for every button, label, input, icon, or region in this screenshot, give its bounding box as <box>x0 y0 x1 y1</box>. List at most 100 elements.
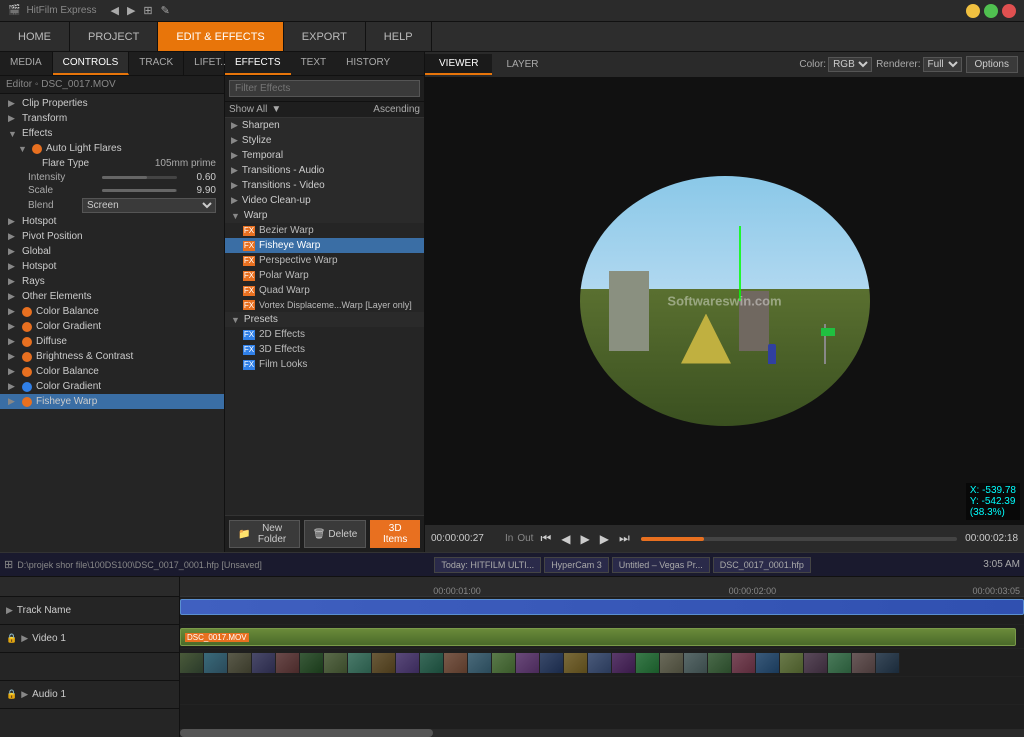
step-forward-button[interactable]: ▶ <box>597 530 612 548</box>
play-pause-button[interactable]: ▶ <box>578 530 593 548</box>
folder-icon: 📁 <box>238 529 250 540</box>
preset-film-looks[interactable]: FX Film Looks <box>225 357 424 372</box>
tree-item-global[interactable]: ▶ Global <box>0 244 224 259</box>
effects-group-sharpen[interactable]: ▶ Sharpen <box>225 118 424 133</box>
tree-item-fisheye-warp[interactable]: ▶ Fisheye Warp <box>0 394 224 409</box>
preset-2d-effects[interactable]: FX 2D Effects <box>225 327 424 342</box>
effects-group-stylize[interactable]: ▶ Stylize <box>225 133 424 148</box>
tree-item-auto-light-flares[interactable]: ▼ Auto Light Flares <box>0 141 224 156</box>
effect-polar-warp[interactable]: FX Polar Warp <box>225 268 424 283</box>
tab-text[interactable]: TEXT <box>291 52 337 75</box>
title-nav-fwd[interactable]: ▶ <box>127 4 135 17</box>
arrow-icon: ▶ <box>21 689 28 700</box>
tab-history[interactable]: HISTORY <box>336 52 400 75</box>
nav-home[interactable]: HOME <box>0 22 70 51</box>
blend-select[interactable]: Screen <box>82 198 216 213</box>
color-select[interactable]: RGB <box>828 57 872 72</box>
tab-effects[interactable]: EFFECTS <box>225 52 291 75</box>
clip-name-bar[interactable] <box>180 599 1024 615</box>
tree-item-color-gradient-2[interactable]: ▶ Color Gradient <box>0 379 224 394</box>
tree-item-transform[interactable]: ▶ Transform <box>0 111 224 126</box>
preset-3d-effects[interactable]: FX 3D Effects <box>225 342 424 357</box>
tree-item-other-elements[interactable]: ▶ Other Elements <box>0 289 224 304</box>
taskbar-hypercam[interactable]: HyperCam 3 <box>544 557 609 573</box>
viewer-options-button[interactable]: Options <box>966 56 1018 73</box>
title-nav-grid[interactable]: ⊞ <box>143 4 152 17</box>
tree-item-hotspot[interactable]: ▶ Hotspot <box>0 214 224 229</box>
taskbar-vegas[interactable]: Untitled – Vegas Pr... <box>612 557 710 573</box>
group-arrow-icon: ▶ <box>231 120 238 131</box>
effect-quad-warp[interactable]: FX Quad Warp <box>225 283 424 298</box>
frame-thumb <box>276 653 300 673</box>
render-select[interactable]: Full <box>923 57 962 72</box>
close-button[interactable] <box>1002 4 1016 18</box>
play-to-end-button[interactable]: ⏭ <box>616 529 633 548</box>
arrow-icon: ▼ <box>18 144 28 154</box>
minimize-button[interactable] <box>966 4 980 18</box>
main-area: MEDIA CONTROLS TRACK LIFET... Editor ◦ D… <box>0 52 1024 552</box>
delete-button[interactable]: 🗑 Delete <box>304 520 367 548</box>
audio1-header: 🔒 ▶ Audio 1 <box>0 681 179 709</box>
tree-item-color-balance-1[interactable]: ▶ Color Balance <box>0 304 224 319</box>
scale-track[interactable] <box>102 189 177 192</box>
arrow-icon: ▶ <box>8 261 18 272</box>
tree-item-color-gradient-1[interactable]: ▶ Color Gradient <box>0 319 224 334</box>
title-nav-edit[interactable]: ✎ <box>161 4 170 17</box>
tree-item-rays[interactable]: ▶ Rays <box>0 274 224 289</box>
effects-group-presets[interactable]: ▼ Presets FX 2D Effects FX 3D Effects FX… <box>225 312 424 372</box>
tree-label: Other Elements <box>22 291 216 302</box>
frame-thumb <box>660 653 684 673</box>
new-folder-button[interactable]: 📁 New Folder <box>229 520 300 548</box>
effect-vortex-warp[interactable]: FX Vortex Displaceme...Warp [Layer only] <box>225 298 424 312</box>
step-back-button[interactable]: ◀ <box>558 530 573 548</box>
left-panel-tabs: MEDIA CONTROLS TRACK LIFET... <box>0 52 224 76</box>
effects-group-temporal[interactable]: ▶ Temporal <box>225 148 424 163</box>
tab-track[interactable]: TRACK <box>129 52 184 75</box>
color-label: Color: <box>799 59 826 70</box>
nav-project[interactable]: PROJECT <box>70 22 158 51</box>
effects-group-video-cleanup[interactable]: ▶ Video Clean-up <box>225 193 424 208</box>
effects-group-warp[interactable]: ▼ Warp FX Bezier Warp FX Fisheye Warp FX… <box>225 208 424 312</box>
tab-viewer[interactable]: VIEWER <box>425 54 492 75</box>
tab-layer[interactable]: LAYER <box>492 55 552 74</box>
timeline-scrollbar-h[interactable] <box>180 729 1024 737</box>
nav-help[interactable]: HELP <box>366 22 432 51</box>
video-clip[interactable]: DSC_0017.MOV <box>180 628 1016 646</box>
tree-item-effects[interactable]: ▼ Effects <box>0 126 224 141</box>
intensity-track[interactable] <box>102 176 177 179</box>
3d-items-button[interactable]: 3D Items <box>370 520 420 548</box>
effect-label: Film Looks <box>259 359 307 370</box>
frame-thumb <box>516 653 540 673</box>
taskbar-hitfilm[interactable]: Today: HITFILM ULTI... <box>434 557 541 573</box>
play-to-start-button[interactable]: ⏮ <box>537 529 554 548</box>
tree-label: Rays <box>22 276 216 287</box>
tree-label: Color Gradient <box>36 381 216 392</box>
nav-edit-effects[interactable]: EDIT & EFFECTS <box>158 22 283 51</box>
tab-controls[interactable]: CONTROLS <box>53 52 130 75</box>
taskbar-project-file[interactable]: DSC_0017_0001.hfp <box>713 557 811 573</box>
tree-item-color-balance-2[interactable]: ▶ Color Balance <box>0 364 224 379</box>
effects-search-input[interactable] <box>229 80 420 97</box>
effects-list: ▶ Sharpen ▶ Stylize ▶ Temporal <box>225 118 424 515</box>
start-icon[interactable]: ⊞ <box>4 558 13 571</box>
effect-bezier-warp[interactable]: FX Bezier Warp <box>225 223 424 238</box>
flag-element <box>821 328 835 336</box>
viewer-timeline-bar[interactable] <box>641 537 957 541</box>
tab-media[interactable]: MEDIA <box>0 52 53 75</box>
nav-export[interactable]: EXPORT <box>284 22 366 51</box>
maximize-button[interactable] <box>984 4 998 18</box>
scrollbar-thumb[interactable] <box>180 729 433 737</box>
tree-item-pivot[interactable]: ▶ Pivot Position <box>0 229 224 244</box>
tree-item-flare-type[interactable]: Flare Type 105mm prime <box>0 156 224 171</box>
effects-group-transitions-video[interactable]: ▶ Transitions - Video <box>225 178 424 193</box>
tree-item-diffuse[interactable]: ▶ Diffuse <box>0 334 224 349</box>
viewer-canvas: Softwareswin.com X: -539.78 Y: -542.39 (… <box>425 78 1024 524</box>
effect-fisheye-warp[interactable]: FX Fisheye Warp <box>225 238 424 253</box>
effect-perspective-warp[interactable]: FX Perspective Warp <box>225 253 424 268</box>
tree-item-brightness[interactable]: ▶ Brightness & Contrast <box>0 349 224 364</box>
effects-group-transitions-audio[interactable]: ▶ Transitions - Audio <box>225 163 424 178</box>
tree-item-clip-properties[interactable]: ▶ Clip Properties <box>0 96 224 111</box>
tree-item-hotspot2[interactable]: ▶ Hotspot <box>0 259 224 274</box>
title-nav-back[interactable]: ◀ <box>110 4 118 17</box>
arrow-icon: ▶ <box>8 98 18 109</box>
